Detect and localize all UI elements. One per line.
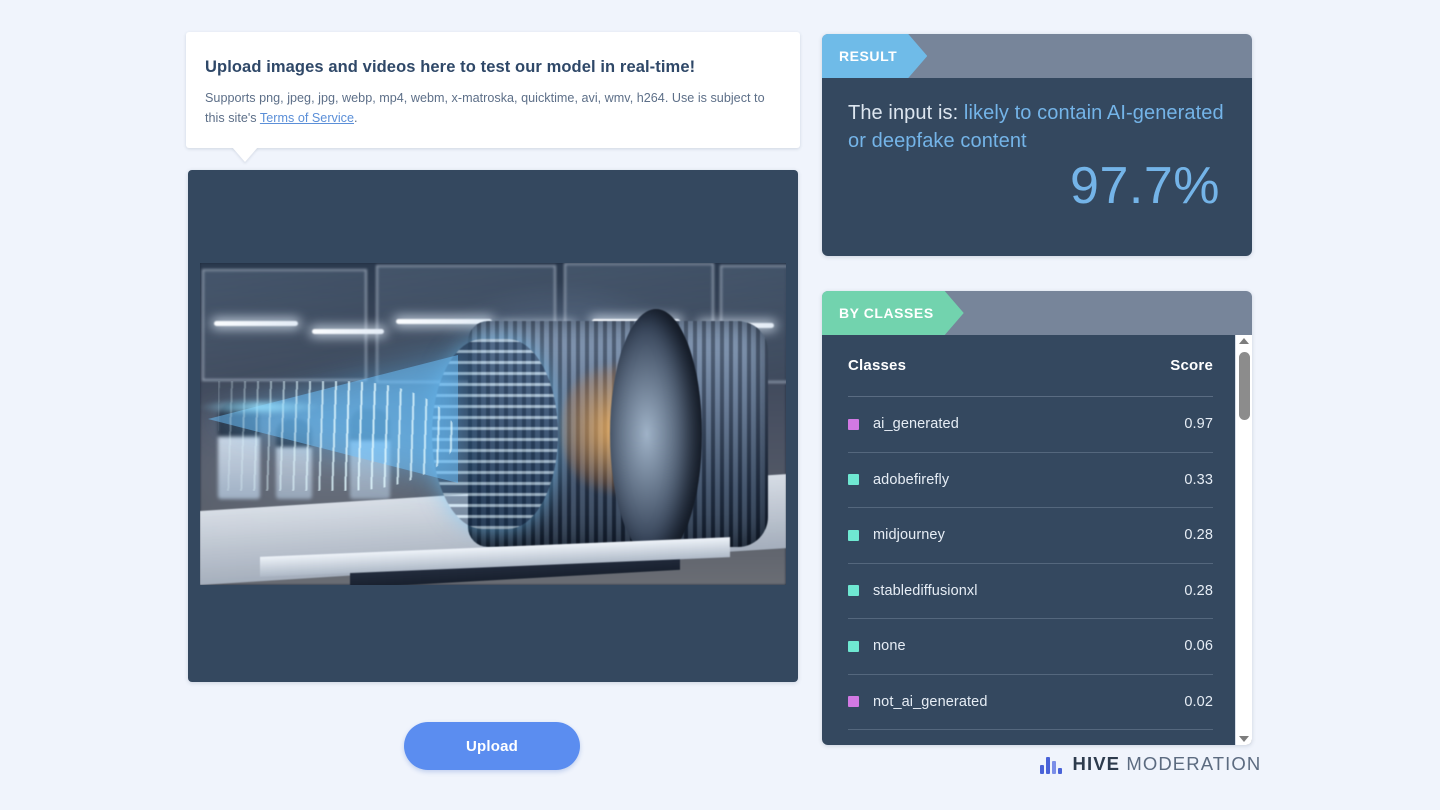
by-classes-tag-label: BY CLASSES: [822, 291, 964, 335]
class-color-swatch: [848, 529, 859, 541]
table-row: not_ai_generated 0.02: [848, 675, 1213, 730]
column-header-classes: Classes: [848, 357, 907, 374]
triangle-down-icon[interactable]: [1239, 736, 1249, 742]
upload-button[interactable]: Upload: [404, 722, 580, 770]
result-panel-body: The input is: likely to contain AI-gener…: [822, 78, 1252, 256]
scrollbar-track[interactable]: [1236, 344, 1252, 736]
logo-wordmark: HIVE MODERATION: [1073, 753, 1262, 775]
result-panel-header: RESULT: [822, 34, 1252, 78]
image-engine-ring: [610, 309, 702, 559]
upload-instructions-title: Upload images and videos here to test ou…: [205, 58, 696, 76]
class-score: 0.28: [1184, 582, 1213, 599]
by-classes-panel: BY CLASSES Classes Score ai_generated 0.9…: [822, 291, 1252, 745]
class-entry: midjourney: [848, 527, 945, 543]
classes-scrollbar[interactable]: [1235, 335, 1252, 745]
logo-product-text: MODERATION: [1126, 753, 1262, 774]
classes-table-header: Classes Score: [848, 335, 1213, 397]
logo-brand: HIVE: [1072, 753, 1121, 774]
upload-instructions-card: Upload images and videos here to test ou…: [186, 32, 800, 148]
table-row: none 0.06: [848, 619, 1213, 675]
class-name: none: [873, 638, 906, 655]
class-name: midjourney: [873, 527, 945, 544]
image-nose-cone-tip-glow: [200, 399, 320, 415]
class-name: not_ai_generated: [873, 693, 988, 710]
class-entry: ai_generated: [848, 416, 959, 432]
table-row: adobefirefly 0.33: [848, 453, 1213, 508]
result-statement: The input is: likely to contain AI-gener…: [848, 100, 1228, 155]
class-score: 0.06: [1184, 638, 1213, 655]
class-entry: adobefirefly: [848, 472, 949, 488]
scrollbar-thumb[interactable]: [1239, 352, 1250, 420]
hive-bars-icon: [1040, 755, 1062, 774]
class-name: stablediffusionxl: [873, 582, 978, 599]
class-score: 0.97: [1184, 416, 1213, 433]
class-color-swatch: [848, 418, 859, 430]
image-nose-cone-wireframe: [218, 381, 456, 491]
column-header-score: Score: [1170, 357, 1213, 374]
tooltip-pointer-icon: [232, 147, 258, 162]
image-ceiling-light: [214, 321, 298, 326]
result-confidence-score: 97.7%: [1070, 157, 1220, 216]
class-entry: not_ai_generated: [848, 694, 987, 710]
by-classes-panel-header: BY CLASSES: [822, 291, 1252, 335]
class-entry: stablediffusionxl: [848, 583, 978, 599]
upload-instructions-description: Supports png, jpeg, jpg, webp, mp4, webm…: [205, 89, 778, 129]
result-prefix: The input is:: [848, 102, 964, 124]
class-name: ai_generated: [873, 416, 959, 433]
image-ceiling-light: [312, 329, 384, 334]
preview-image: [200, 263, 786, 585]
result-tag-label: RESULT: [822, 34, 927, 78]
class-color-swatch: [848, 640, 859, 652]
class-color-swatch: [848, 585, 859, 597]
media-preview-panel[interactable]: [188, 170, 798, 682]
class-name: adobefirefly: [873, 471, 950, 488]
app-root: Upload images and videos here to test ou…: [0, 0, 1440, 810]
terms-of-service-link[interactable]: Terms of Service: [260, 111, 354, 125]
class-score: 0.28: [1184, 527, 1213, 544]
class-entry: none: [848, 638, 906, 654]
result-panel: RESULT The input is: likely to contain A…: [822, 34, 1252, 256]
class-score: 0.33: [1184, 471, 1213, 488]
class-color-swatch: [848, 696, 859, 708]
class-score: 0.02: [1184, 693, 1213, 710]
classes-table: Classes Score ai_generated 0.97 adobefiref…: [822, 335, 1235, 745]
class-color-swatch: [848, 474, 859, 486]
by-classes-panel-body: Classes Score ai_generated 0.97 adobefiref…: [822, 335, 1252, 745]
hive-moderation-logo: HIVE MODERATION: [1040, 753, 1261, 775]
table-row: stablediffusionxl 0.28: [848, 564, 1213, 619]
table-row: ai_generated 0.97: [848, 397, 1213, 453]
description-suffix: .: [354, 110, 358, 125]
table-row: midjourney 0.28: [848, 508, 1213, 564]
